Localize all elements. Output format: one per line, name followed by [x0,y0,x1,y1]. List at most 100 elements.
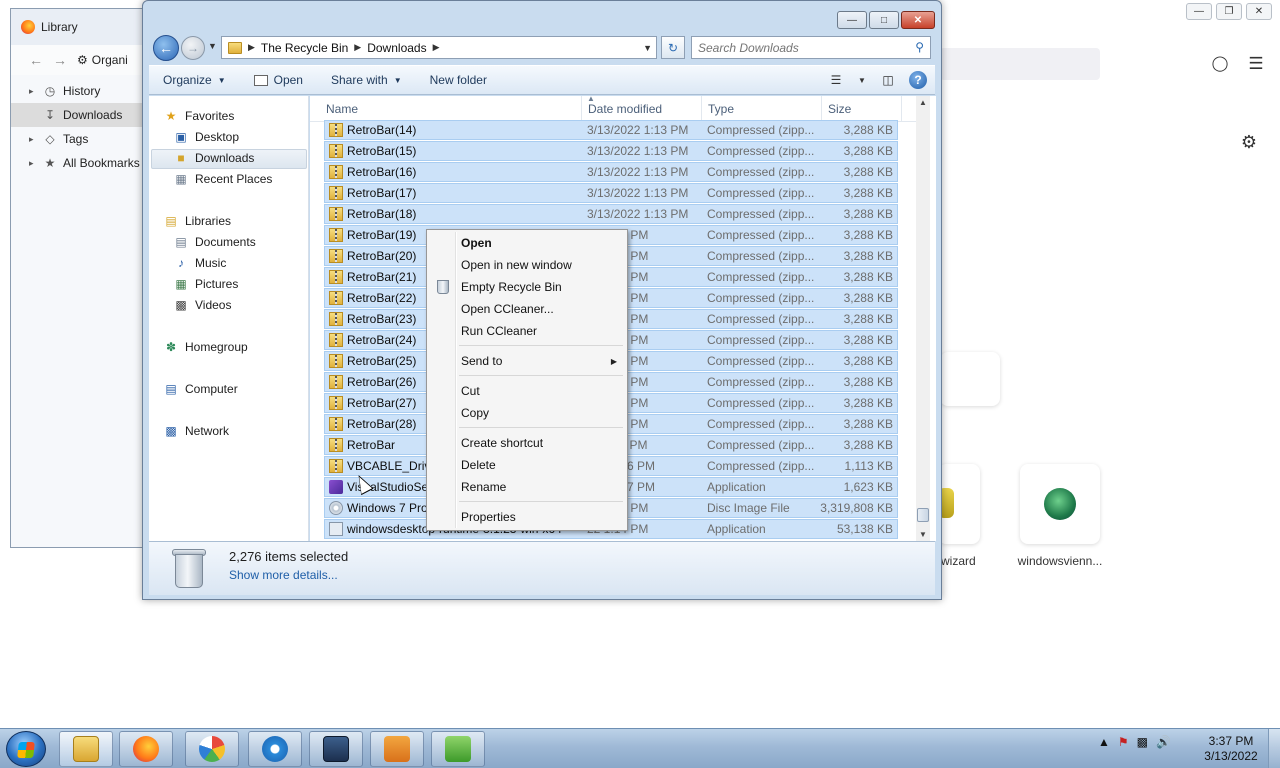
show-hidden-icons-icon[interactable]: ▲ [1098,735,1110,749]
table-row[interactable]: RetroBar(14) 3/13/2022 1:13 PM Compressed … [324,120,898,140]
menu-item-cut[interactable]: Cut [429,380,625,402]
shortcut-tile-windowsvienna[interactable] [1020,464,1100,544]
action-center-icon[interactable]: ⚑ [1118,735,1129,749]
address-dropdown-icon[interactable]: ▼ [643,43,652,53]
table-row[interactable]: RetroBar(18) 3/13/2022 1:13 PM Compressed … [324,204,898,224]
column-header-name[interactable]: Name [320,96,582,122]
nav-item-computer[interactable]: ▤ Computer [163,379,237,399]
taskbar-firefox-button[interactable] [119,731,173,767]
taskbar-clock[interactable]: 3:37 PM 3/13/2022 [1196,734,1266,764]
breadcrumb-separator-icon[interactable]: ▶ [433,42,440,53]
share-with-button[interactable]: Share with ▼ [317,66,416,94]
show-more-details-link[interactable]: Show more details... [229,568,338,582]
column-header-size[interactable]: Size [822,96,902,122]
organize-button[interactable]: Organize ▼ [149,66,240,94]
change-view-icon[interactable]: ☰ [825,70,847,90]
menu-item-rename[interactable]: Rename [429,476,625,498]
menu-item-empty-recycle-bin[interactable]: Empty Recycle Bin [429,276,625,298]
taskbar-internet-explorer-button[interactable] [248,731,302,767]
nav-item-libraries[interactable]: ▤ Libraries [163,211,231,231]
library-item-downloads[interactable]: ↧ Downloads [11,103,149,127]
breadcrumb-segment[interactable]: Downloads [367,41,426,55]
hamburger-menu-icon[interactable]: ☰ [1246,54,1266,74]
table-row[interactable]: RetroBar(16) 3/13/2022 1:13 PM Compressed … [324,162,898,182]
column-header-type[interactable]: Type [702,96,822,122]
nav-item-desktop[interactable]: ▣ Desktop [173,127,239,147]
menu-item-delete[interactable]: Delete [429,454,625,476]
table-row[interactable]: RetroBar(17) 3/13/2022 1:13 PM Compressed … [324,183,898,203]
help-icon[interactable]: ? [909,71,927,89]
library-item-tags[interactable]: ▸ ◇ Tags [11,127,149,151]
firefox-url-bar[interactable] [940,48,1100,80]
taskbar-remote-desktop-button[interactable] [309,731,363,767]
refresh-button[interactable]: ↻ [661,36,685,59]
nav-item-pictures[interactable]: ▦ Pictures [173,274,238,294]
nav-item-videos[interactable]: ▩ Videos [173,295,231,315]
network-icon[interactable]: ▩ [1137,735,1148,749]
shortcut-tile-wizard[interactable] [938,464,980,544]
back-button[interactable]: ← [153,35,179,61]
menu-item-copy[interactable]: Copy [429,402,625,424]
menu-item-open-ccleaner[interactable]: Open CCleaner... [429,298,625,320]
expand-arrow-icon[interactable]: ▸ [29,134,37,145]
show-desktop-button[interactable] [1268,729,1280,768]
organize-button[interactable]: ⚙ Organi [77,53,128,67]
nav-item-downloads[interactable]: ■ Downloads [173,148,254,168]
library-item-history[interactable]: ▸ ◷ History [11,79,149,103]
pocket-icon[interactable]: ◯ [1210,54,1230,74]
menu-item-send-to[interactable]: Send to ▶ [429,350,625,372]
breadcrumb-separator-icon[interactable]: ▶ [354,42,361,53]
close-button[interactable]: ✕ [901,11,935,29]
restore-button[interactable]: ❐ [1216,3,1242,20]
file-date: 3/13/2022 1:13 PM [587,144,689,158]
start-button[interactable] [6,731,46,767]
taskbar-paint-button[interactable] [185,731,239,767]
address-bar[interactable]: ▶ The Recycle Bin ▶ Downloads ▶ ▼ [221,36,657,59]
scroll-down-icon[interactable]: ▼ [919,530,927,539]
expand-arrow-icon[interactable]: ▸ [29,86,37,97]
menu-item-open[interactable]: Open [429,232,625,254]
close-button[interactable]: ✕ [1246,3,1272,20]
new-folder-button[interactable]: New folder [416,66,501,94]
maximize-button[interactable]: □ [869,11,899,29]
nav-item-homegroup[interactable]: ✽ Homegroup [163,337,248,357]
forward-arrow-icon[interactable]: → [53,52,67,68]
preview-pane-icon[interactable]: ◫ [877,70,899,90]
nav-item-network[interactable]: ▩ Network [163,421,229,441]
taskbar-explorer-button[interactable] [59,731,113,767]
command-bar: Organize ▼ Open Share with ▼ New folder ☰ … [149,65,935,95]
menu-item-open-new-window[interactable]: Open in new window [429,254,625,276]
back-arrow-icon[interactable]: ← [29,52,43,68]
scroll-thumb[interactable] [917,508,929,522]
expand-arrow-icon[interactable]: ▸ [29,158,37,169]
vertical-scrollbar[interactable]: ▲ ▼ [916,96,930,541]
taskbar-media-player-button[interactable] [370,731,424,767]
table-row[interactable]: RetroBar(15) 3/13/2022 1:13 PM Compressed … [324,141,898,161]
minimize-button[interactable]: — [1186,3,1212,20]
recent-pages-dropdown[interactable]: ▼ [208,41,217,51]
search-icon[interactable]: ⚲ [915,40,924,54]
new-tab-card[interactable] [940,352,1000,406]
minimize-button[interactable]: — [837,11,867,29]
nav-item-recent-places[interactable]: ▦ Recent Places [173,169,272,189]
media-player-icon [384,736,410,762]
view-dropdown-icon[interactable]: ▼ [857,70,867,90]
library-item-all-bookmarks[interactable]: ▸ ★ All Bookmarks [11,151,149,175]
breadcrumb-segment[interactable]: The Recycle Bin [261,41,348,55]
volume-icon[interactable]: 🔊 [1156,735,1171,749]
search-box[interactable]: ⚲ [691,36,931,59]
nav-item-music[interactable]: ♪ Music [173,253,226,273]
nav-item-favorites[interactable]: ★ Favorites [163,106,235,126]
menu-item-properties[interactable]: Properties [429,506,625,528]
breadcrumb-separator-icon[interactable]: ▶ [248,42,255,53]
forward-button[interactable]: → [181,36,205,60]
scroll-up-icon[interactable]: ▲ [919,98,927,107]
gear-icon[interactable]: ⚙ [1238,132,1260,154]
menu-item-create-shortcut[interactable]: Create shortcut [429,432,625,454]
open-button[interactable]: Open [240,66,317,94]
search-input[interactable] [698,40,898,55]
nav-item-documents[interactable]: ▤ Documents [173,232,255,252]
taskbar-camtasia-button[interactable] [431,731,485,767]
column-header-date[interactable]: Date modified [582,96,702,122]
menu-item-run-ccleaner[interactable]: Run CCleaner [429,320,625,342]
